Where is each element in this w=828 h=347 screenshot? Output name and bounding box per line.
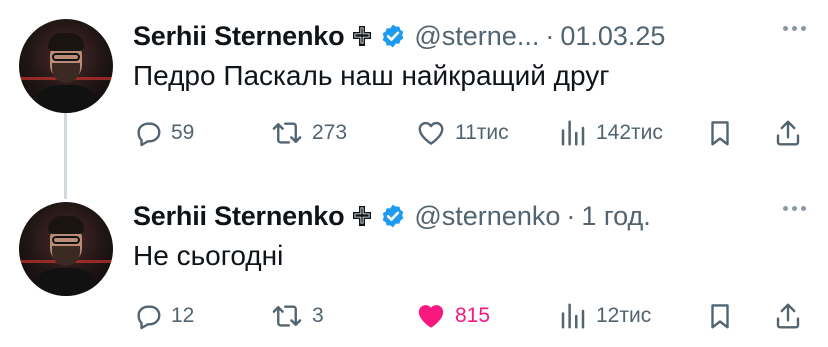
more-icon[interactable]	[783, 26, 806, 31]
tweet[interactable]: Serhii Sternenko @sterne... · 01.03.25 П…	[0, 0, 828, 160]
tweet-timestamp[interactable]: 1 год.	[581, 201, 650, 232]
bookmark-button[interactable]	[705, 296, 735, 336]
bookmark-icon	[705, 301, 735, 331]
separator-dot: ·	[545, 20, 555, 51]
share-icon	[773, 118, 803, 148]
tweet-actions: 12 3 815 12тис	[133, 296, 805, 336]
author-name[interactable]: Serhii Sternenko	[133, 201, 345, 232]
bookmark-button[interactable]	[705, 113, 735, 153]
separator-dot: ·	[566, 200, 576, 231]
tweet-header: Serhii Sternenko @sternenko · 1 год.	[133, 196, 651, 236]
repost-count: 273	[312, 121, 348, 144]
views-count: 12тис	[596, 304, 652, 327]
repost-button[interactable]: 3	[270, 296, 324, 336]
verified-badge-icon[interactable]	[380, 203, 406, 229]
share-button[interactable]	[773, 296, 803, 336]
tweet-text: Не сьогодні	[133, 240, 284, 271]
author-name[interactable]: Serhii Sternenko	[133, 21, 345, 52]
more-icon[interactable]	[783, 206, 806, 211]
tweet-actions: 59 273 11тис 142тис	[133, 113, 805, 153]
reply-icon	[133, 118, 163, 148]
like-button[interactable]: 815	[415, 296, 490, 336]
like-button[interactable]: 11тис	[415, 113, 509, 153]
reply-count: 12	[171, 304, 195, 327]
tweet-text: Педро Паскаль наш найкращий друг	[133, 60, 610, 91]
like-icon	[415, 301, 447, 331]
share-button[interactable]	[773, 113, 803, 153]
like-count: 11тис	[455, 121, 509, 144]
repost-icon	[270, 301, 304, 331]
reply-count: 59	[171, 121, 195, 144]
tweet-timestamp[interactable]: 01.03.25	[560, 21, 665, 52]
reply-button[interactable]: 59	[133, 113, 194, 153]
bookmark-icon	[705, 118, 735, 148]
reply-icon	[133, 301, 163, 331]
repost-button[interactable]: 273	[270, 113, 347, 153]
like-icon	[415, 118, 447, 148]
views-icon	[558, 301, 588, 331]
author-handle[interactable]: @sterne...	[414, 21, 539, 52]
verified-badge-icon[interactable]	[380, 23, 406, 49]
reply-button[interactable]: 12	[133, 296, 194, 336]
tweet[interactable]: Serhii Sternenko @sternenko · 1 год. Не …	[0, 180, 828, 340]
views-button[interactable]: 142тис	[558, 113, 663, 153]
avatar[interactable]	[19, 19, 113, 113]
views-icon	[558, 118, 588, 148]
like-count: 815	[455, 304, 491, 327]
tweet-header: Serhii Sternenko @sterne... · 01.03.25	[133, 16, 665, 56]
author-handle[interactable]: @sternenko	[414, 201, 560, 232]
avatar[interactable]	[19, 202, 113, 296]
views-count: 142тис	[596, 121, 663, 144]
cross-badge-icon	[351, 205, 373, 227]
cross-badge-icon	[351, 25, 373, 47]
share-icon	[773, 301, 803, 331]
repost-count: 3	[312, 304, 324, 327]
repost-icon	[270, 118, 304, 148]
views-button[interactable]: 12тис	[558, 296, 651, 336]
